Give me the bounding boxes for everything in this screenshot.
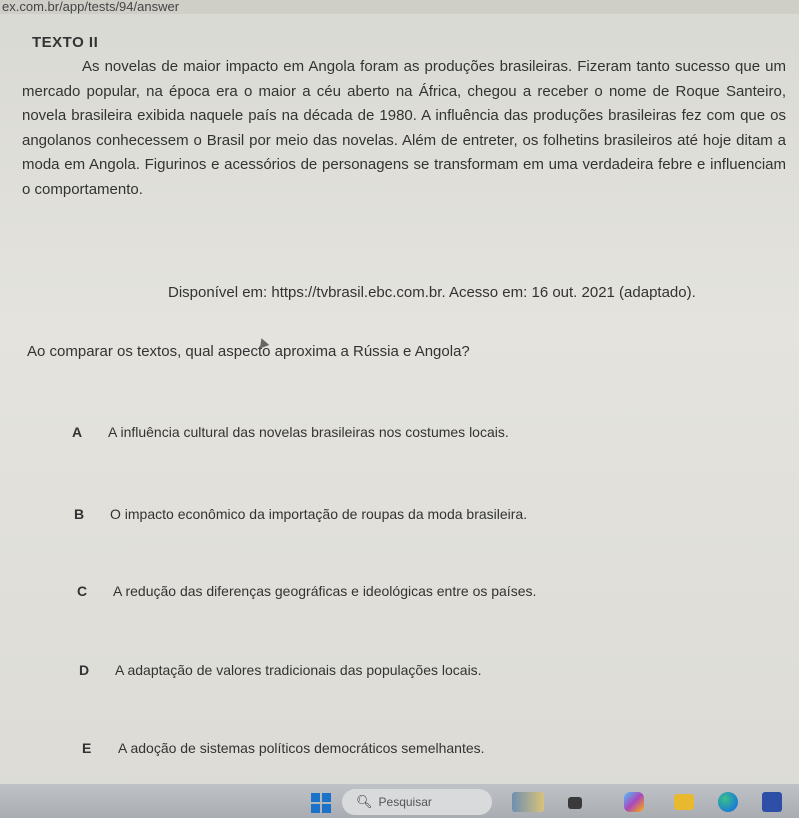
option-e[interactable]: E A adoção de sistemas políticos democrá… [82,740,485,756]
taskbar: 🔍︎ Pesquisar [0,784,799,818]
search-icon: 🔍︎ [356,794,373,809]
option-text: A redução das diferenças geográficas e i… [113,583,537,599]
weather-widget-icon[interactable] [512,792,544,812]
address-bar[interactable]: ex.com.br/app/tests/94/answer [0,0,799,14]
store-icon[interactable] [762,792,782,812]
option-b[interactable]: B O impacto econômico da importação de r… [74,506,527,522]
option-letter: E [82,740,92,756]
file-explorer-icon[interactable] [674,794,694,810]
option-letter: A [72,424,83,440]
option-letter: B [74,506,85,522]
question-prompt: Ao comparar os textos, qual aspecto apro… [27,343,470,360]
text-label: TEXTO II [32,34,99,51]
option-a[interactable]: A A influência cultural das novelas bras… [72,424,509,440]
taskbar-search-box[interactable]: 🔍︎ Pesquisar [342,789,492,815]
search-placeholder: Pesquisar [378,795,432,809]
option-d[interactable]: D A adaptação de valores tradicionais da… [79,662,482,678]
copilot-icon[interactable] [624,792,644,812]
windows-start-icon[interactable] [311,793,331,813]
passage-text: As novelas de maior impacto em Angola fo… [22,58,786,198]
url-text: ex.com.br/app/tests/94/answer [2,0,180,14]
option-text: A adaptação de valores tradicionais das … [115,662,482,678]
edge-browser-icon[interactable] [718,792,738,812]
option-c[interactable]: C A redução das diferenças geográficas e… [77,583,536,599]
task-view-icon[interactable] [568,797,582,809]
option-text: A adoção de sistemas políticos democráti… [118,740,485,756]
option-text: A influência cultural das novelas brasil… [108,424,509,440]
option-letter: C [77,583,88,599]
option-letter: D [79,662,90,678]
source-citation: Disponível em: https://tvbrasil.ebc.com.… [168,284,696,301]
option-text: O impacto econômico da importação de rou… [110,506,528,522]
